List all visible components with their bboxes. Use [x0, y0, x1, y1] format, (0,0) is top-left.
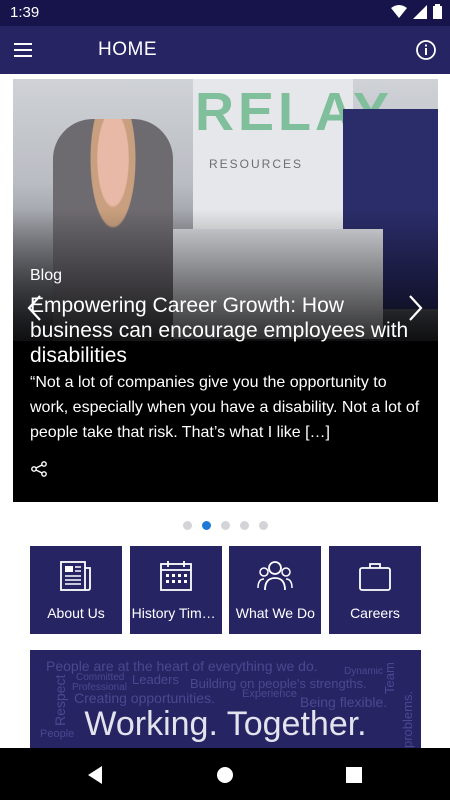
values-banner[interactable]: People are at the heart of everything we…: [30, 650, 421, 748]
carousel-dot[interactable]: [239, 521, 249, 530]
app-bar: HOME: [0, 26, 450, 74]
carousel-prev-arrow-icon[interactable]: [25, 293, 45, 323]
featured-carousel-card[interactable]: RELAY RESOURCES Blog Empowering Career G…: [13, 79, 438, 502]
quick-links: About Us History Time... What We Do Care…: [30, 546, 421, 634]
tile-history-timeline[interactable]: History Time...: [129, 546, 222, 634]
briefcase-icon: [359, 563, 391, 591]
recents-icon[interactable]: [343, 764, 365, 786]
post-category: Blog: [30, 267, 63, 284]
back-icon[interactable]: [84, 764, 106, 786]
carousel-indicator: [0, 521, 450, 533]
carousel-dot[interactable]: [201, 521, 211, 530]
status-icons: [391, 4, 442, 19]
banner-word: Experience: [242, 688, 298, 700]
banner-motto: Working. Together.: [84, 705, 367, 743]
tile-label: Careers: [350, 605, 400, 621]
battery-icon: [433, 4, 442, 19]
home-icon[interactable]: [214, 764, 236, 786]
system-nav-bar: [0, 748, 450, 800]
status-bar: 1:39: [0, 0, 450, 26]
banner-word: Leaders: [132, 672, 179, 687]
photo-sign-subtext: RESOURCES: [209, 157, 304, 171]
carousel-dot[interactable]: [182, 521, 192, 530]
tile-label: About Us: [47, 605, 105, 621]
banner-word: Team: [382, 662, 397, 694]
tile-about-us[interactable]: About Us: [30, 546, 122, 634]
tile-label: What We Do: [235, 605, 315, 621]
signal-icon: [413, 4, 427, 19]
status-time: 1:39: [10, 4, 40, 21]
post-excerpt: “Not a lot of companies give you the opp…: [30, 374, 420, 441]
post-headline[interactable]: Empowering Career Growth: How business c…: [30, 293, 410, 368]
tile-label: History Time...: [131, 605, 220, 621]
newspaper-icon: [60, 561, 91, 591]
info-icon[interactable]: [414, 38, 438, 62]
wifi-icon: [391, 4, 407, 18]
calendar-icon: [159, 561, 192, 591]
tile-what-we-do[interactable]: What We Do: [229, 546, 322, 634]
tile-careers[interactable]: Careers: [328, 546, 421, 634]
team-icon: [257, 561, 294, 591]
banner-word: Creating opportunities.: [74, 690, 215, 706]
carousel-dot[interactable]: [258, 521, 268, 530]
carousel-dot[interactable]: [220, 521, 230, 530]
share-icon[interactable]: [30, 460, 48, 478]
carousel-next-arrow-icon[interactable]: [405, 293, 425, 323]
page-title: HOME: [98, 39, 157, 60]
hamburger-menu-icon[interactable]: [12, 38, 36, 62]
